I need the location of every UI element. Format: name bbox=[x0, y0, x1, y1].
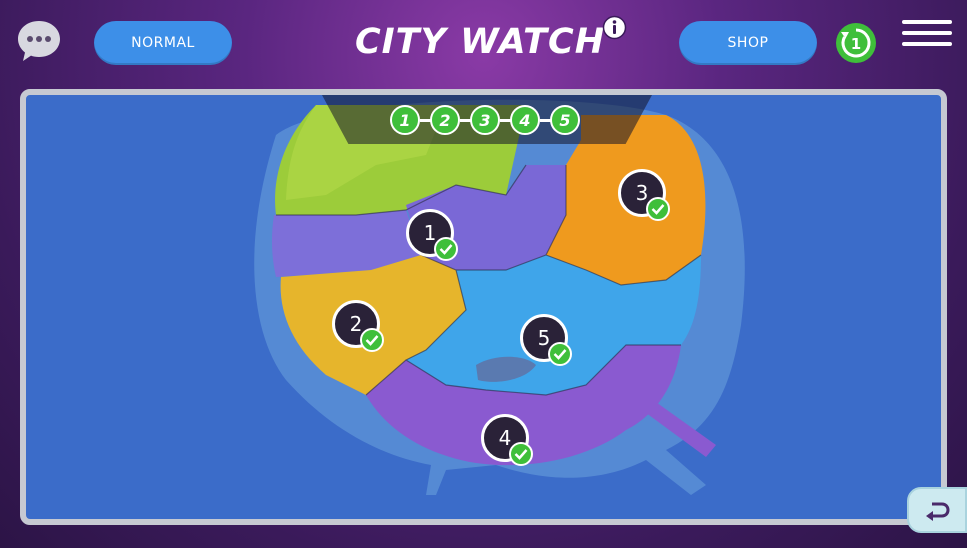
progress-step: 1 bbox=[390, 105, 420, 135]
progress-step: 2 bbox=[430, 105, 460, 135]
checkmark-icon bbox=[548, 342, 572, 366]
chat-bubble-icon[interactable] bbox=[16, 18, 62, 64]
hamburger-menu-icon[interactable] bbox=[902, 20, 952, 50]
game-title: CITY WATCH bbox=[354, 22, 606, 62]
district-marker-4[interactable]: 4 bbox=[481, 414, 533, 466]
info-icon[interactable] bbox=[602, 15, 627, 40]
district-marker-2[interactable]: 2 bbox=[332, 300, 384, 352]
difficulty-mode-button[interactable]: NORMAL bbox=[94, 21, 232, 65]
level-refresh-icon[interactable]: 1 bbox=[835, 22, 877, 64]
checkmark-icon bbox=[434, 237, 458, 261]
top-bar: NORMAL CITY WATCH SHOP 1 bbox=[0, 0, 967, 90]
district-marker-3[interactable]: 3 bbox=[618, 169, 670, 221]
city-map[interactable]: 1 2 3 4 5 1 2 3 4 5 bbox=[20, 89, 947, 525]
checkmark-icon bbox=[646, 197, 670, 221]
back-arrow-icon[interactable] bbox=[907, 487, 967, 533]
progress-step: 5 bbox=[550, 105, 580, 135]
district-marker-1[interactable]: 1 bbox=[406, 209, 458, 261]
progress-tracker: 1 2 3 4 5 bbox=[322, 95, 652, 144]
checkmark-icon bbox=[360, 328, 384, 352]
level-badge-number: 1 bbox=[851, 35, 861, 53]
district-marker-5[interactable]: 5 bbox=[520, 314, 572, 366]
checkmark-icon bbox=[509, 442, 533, 466]
progress-step: 3 bbox=[470, 105, 500, 135]
progress-step: 4 bbox=[510, 105, 540, 135]
shop-button[interactable]: SHOP bbox=[679, 21, 817, 65]
